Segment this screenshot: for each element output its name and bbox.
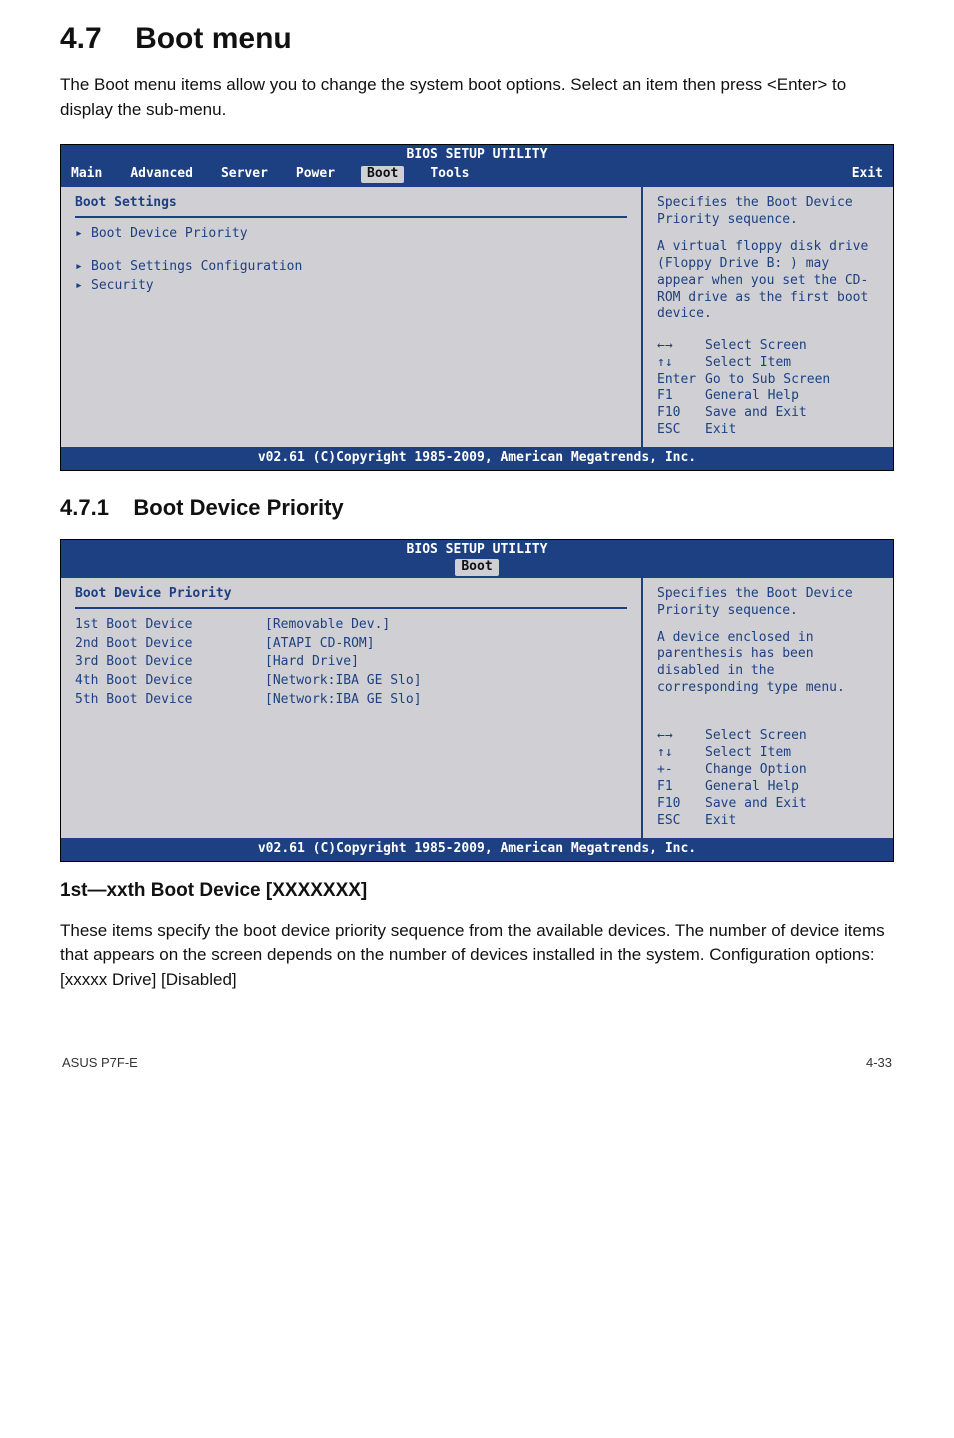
menu-label: Security [91,278,154,295]
nav-help: ←→ Select Screen ↑↓ Select Item +- Change O… [657,728,879,829]
nav-key: ESC [657,422,697,439]
footer-page-number: 4-33 [866,1055,892,1070]
nav-key: F10 [657,405,697,422]
bios-screenshot-boot-menu: BIOS SETUP UTILITY Main Advanced Server … [60,144,894,471]
menu-item-security[interactable]: ▸ Security [75,278,627,295]
nav-val: Save and Exit [705,405,807,422]
help-text-2: A virtual floppy disk drive (Floppy Driv… [657,239,879,323]
bios-tab-advanced[interactable]: Advanced [128,166,195,183]
menu-label: 1st Boot Device [75,617,265,634]
nav-val: Exit [705,422,736,439]
nav-val: Select Item [705,745,791,762]
nav-key: ↑↓ [657,355,697,372]
bios-tab-power[interactable]: Power [294,166,337,183]
nav-val: Select Screen [705,338,807,355]
nav-val: Go to Sub Screen [705,372,830,389]
bios-tab-boot[interactable]: Boot [455,559,498,576]
bios-screenshot-boot-priority: BIOS SETUP UTILITY Boot Boot Device Prio… [60,539,894,862]
nav-key: ESC [657,813,697,830]
nav-val: General Help [705,388,799,405]
heading-number: 4.7 [60,22,102,55]
nav-key: ↑↓ [657,745,697,762]
menu-item-3rd-boot[interactable]: 3rd Boot Device [Hard Drive] [75,654,627,671]
bios-tab-exit[interactable]: Exit [850,166,885,183]
divider [75,607,627,609]
nav-key: +- [657,762,697,779]
menu-label: 3rd Boot Device [75,654,265,671]
bios-tab-main[interactable]: Main [69,166,104,183]
page-heading: 4.7 Boot menu [60,22,894,56]
nav-val: Select Item [705,355,791,372]
nav-key: ←→ [657,338,697,355]
submenu-arrow-icon: ▸ [75,226,91,243]
subsection-heading: 4.7.1 Boot Device Priority [60,495,894,521]
option-description: These items specify the boot device prio… [60,919,894,993]
footer-product: ASUS P7F-E [62,1055,138,1070]
subsection-title: Boot Device Priority [133,495,343,520]
bios-section-title: Boot Device Priority [75,586,627,603]
menu-item-boot-device-priority[interactable]: ▸ Boot Device Priority [75,226,627,243]
submenu-arrow-icon: ▸ [75,278,91,295]
menu-value: [Hard Drive] [265,654,359,671]
bios-tab-server[interactable]: Server [219,166,270,183]
menu-label: 5th Boot Device [75,692,265,709]
bios-tab-boot[interactable]: Boot [361,166,404,183]
nav-help: ←→ Select Screen ↑↓ Select Item Enter Go to… [657,338,879,439]
menu-label: Boot Settings Configuration [91,259,302,276]
bios-title: BIOS SETUP UTILITY [407,542,548,557]
submenu-arrow-icon: ▸ [75,259,91,276]
bios-footer: v02.61 (C)Copyright 1985-2009, American … [61,447,893,470]
menu-label: 4th Boot Device [75,673,265,690]
divider [75,216,627,218]
menu-value: [Network:IBA GE Slo] [265,692,422,709]
option-heading: 1st—xxth Boot Device [XXXXXXX] [60,880,894,902]
nav-val: General Help [705,779,799,796]
subsection-number: 4.7.1 [60,495,109,520]
nav-val: Change Option [705,762,807,779]
nav-key: F10 [657,796,697,813]
menu-value: [Removable Dev.] [265,617,390,634]
help-text-2: A device enclosed in parenthesis has bee… [657,630,879,698]
menu-label: Boot Device Priority [91,226,248,243]
menu-item-1st-boot[interactable]: 1st Boot Device [Removable Dev.] [75,617,627,634]
page-footer: ASUS P7F-E 4-33 [60,1015,894,1070]
bios-tab-tools[interactable]: Tools [428,166,471,183]
menu-item-4th-boot[interactable]: 4th Boot Device [Network:IBA GE Slo] [75,673,627,690]
menu-item-2nd-boot[interactable]: 2nd Boot Device [ATAPI CD-ROM] [75,636,627,653]
nav-key: Enter [657,372,697,389]
menu-item-5th-boot[interactable]: 5th Boot Device [Network:IBA GE Slo] [75,692,627,709]
nav-val: Select Screen [705,728,807,745]
bios-title: BIOS SETUP UTILITY [61,145,893,166]
intro-text: The Boot menu items allow you to change … [60,73,894,122]
nav-val: Exit [705,813,736,830]
nav-key: ←→ [657,728,697,745]
help-text-1: Specifies the Boot Device Priority seque… [657,586,879,620]
nav-val: Save and Exit [705,796,807,813]
help-text-1: Specifies the Boot Device Priority seque… [657,195,879,229]
menu-item-boot-settings-config[interactable]: ▸ Boot Settings Configuration [75,259,627,276]
menu-value: [Network:IBA GE Slo] [265,673,422,690]
nav-key: F1 [657,779,697,796]
nav-key: F1 [657,388,697,405]
bios-tab-bar: Main Advanced Server Power Boot Tools Ex… [61,166,893,187]
menu-value: [ATAPI CD-ROM] [265,636,375,653]
heading-title: Boot menu [135,22,292,55]
bios-footer: v02.61 (C)Copyright 1985-2009, American … [61,838,893,861]
menu-label: 2nd Boot Device [75,636,265,653]
bios-section-title: Boot Settings [75,195,627,212]
